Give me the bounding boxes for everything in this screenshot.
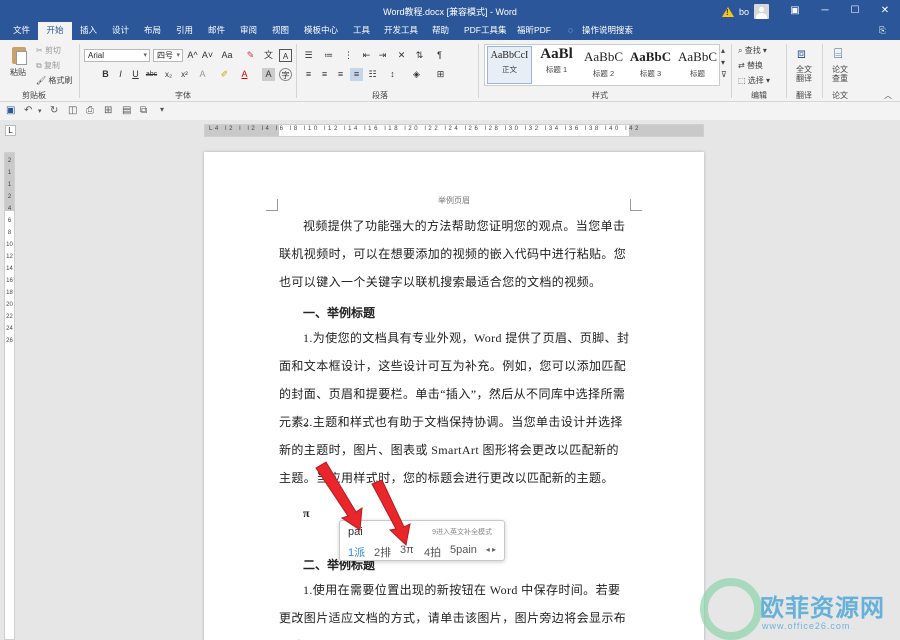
watermark-url: www.office26.com: [762, 621, 851, 631]
watermark-text: 欧菲资源网: [760, 595, 885, 622]
watermark-logo-icon: [700, 578, 762, 640]
red-arrow-icon: [371, 479, 411, 546]
annotation-arrows: [315, 461, 411, 546]
watermark: 欧菲资源网 www.office26.com: [700, 578, 900, 640]
red-arrow-icon: [315, 461, 363, 531]
